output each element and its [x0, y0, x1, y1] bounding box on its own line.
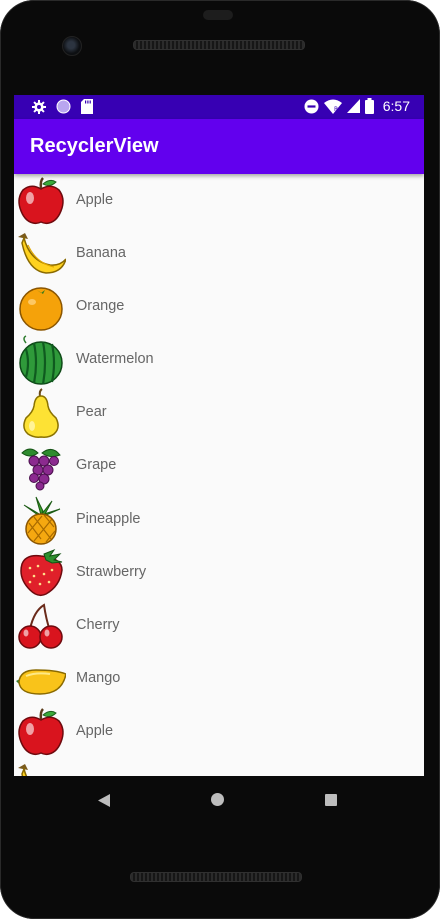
front-camera — [62, 36, 82, 56]
navigation-bar — [14, 776, 424, 824]
banana-icon — [18, 233, 66, 274]
status-time: 6:57 — [382, 98, 410, 114]
back-icon[interactable] — [98, 794, 110, 807]
circle-icon — [56, 99, 71, 114]
mango-icon — [16, 669, 66, 695]
list-item-label: Watermelon — [76, 351, 154, 368]
list-item-label: Pineapple — [76, 510, 141, 527]
home-icon[interactable] — [211, 793, 224, 806]
recents-icon[interactable] — [325, 794, 337, 806]
list-item-label: Apple — [76, 722, 114, 739]
list-item[interactable]: Cherry — [14, 599, 424, 652]
pear-icon — [23, 388, 59, 439]
gear-icon — [32, 99, 46, 114]
list-item[interactable]: Orange — [14, 280, 424, 333]
list-item-label: Apple — [76, 192, 114, 208]
app-bar: RecyclerView — [14, 119, 424, 174]
wifi-icon: R — [323, 99, 342, 114]
cherry-icon — [18, 603, 63, 649]
list-item[interactable]: Apple — [14, 174, 424, 227]
sensor-slot — [203, 10, 233, 20]
bottom-speaker — [130, 872, 302, 882]
list-item-label: Banana — [76, 245, 126, 262]
banana-icon — [18, 764, 28, 776]
svg-text:R: R — [334, 106, 338, 113]
list-item-label: Pear — [76, 404, 107, 421]
watermelon-icon — [19, 335, 63, 386]
list-item[interactable]: Pear — [14, 386, 424, 439]
battery-icon — [364, 98, 374, 114]
status-bar: R 6:57 — [14, 95, 424, 119]
list-item[interactable] — [14, 758, 424, 776]
list-item-label: Grape — [76, 457, 117, 474]
list-item-label: Mango — [76, 669, 121, 686]
list-item[interactable]: Mango — [14, 652, 424, 705]
list-item[interactable]: Grape — [14, 439, 424, 492]
strawberry-icon — [20, 548, 63, 596]
list-item-label: Orange — [76, 298, 125, 315]
orange-icon — [19, 287, 63, 331]
list-item-label: Strawberry — [76, 563, 147, 580]
sd-card-icon — [81, 99, 93, 114]
list-item[interactable]: Banana — [14, 227, 424, 280]
apple-icon — [18, 177, 64, 225]
grape-icon — [21, 448, 61, 491]
list-item[interactable]: Pineapple — [14, 493, 424, 546]
signal-icon — [346, 99, 360, 113]
list-item[interactable]: Strawberry — [14, 546, 424, 599]
list-item[interactable]: Apple — [14, 705, 424, 758]
apple-icon — [18, 708, 64, 756]
list-item[interactable]: Watermelon — [14, 333, 424, 386]
earpiece-speaker — [133, 40, 305, 50]
do-not-disturb-icon — [304, 99, 319, 113]
recycler-list[interactable]: Apple Banana Orange Watermelon Pear Grap… — [14, 174, 424, 776]
list-item-label: Cherry — [76, 616, 120, 633]
screen: R 6:57 RecyclerView Apple Banana Orange … — [14, 95, 424, 776]
pineapple-icon — [23, 496, 61, 545]
app-title: RecyclerView — [30, 135, 159, 157]
phone-frame: R 6:57 RecyclerView Apple Banana Orange … — [0, 0, 440, 919]
